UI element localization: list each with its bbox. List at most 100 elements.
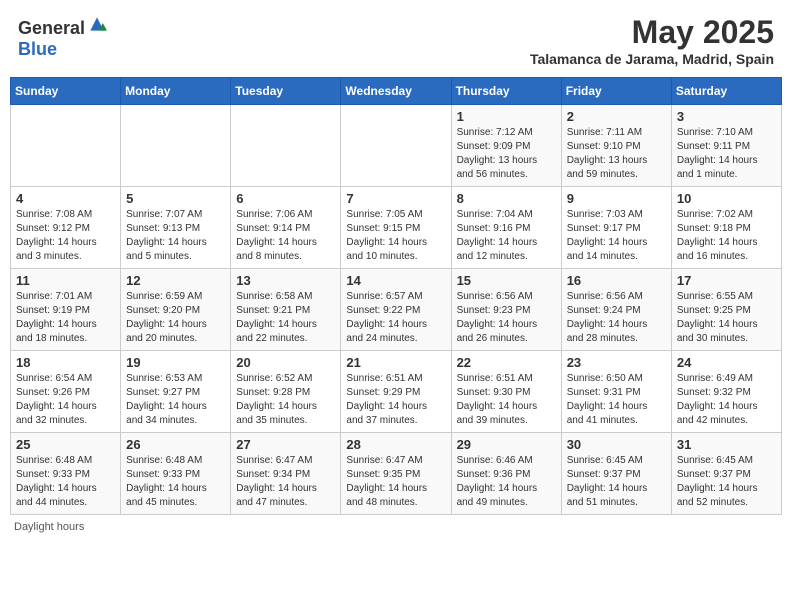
day-number: 16: [567, 273, 666, 288]
calendar-day-cell: 19Sunrise: 6:53 AM Sunset: 9:27 PM Dayli…: [121, 351, 231, 433]
calendar-day-cell: 25 Sunrise: 6:48 AM Sunset: 9:33 PM Dayli…: [11, 433, 121, 515]
day-content: Sunrise: 6:51 AM Sunset: 9:30 PM Dayligh…: [457, 372, 556, 428]
day-number: 22: [457, 355, 556, 370]
day-number: 10: [677, 191, 776, 206]
day-number: 15: [457, 273, 556, 288]
header: General Blue May 2025 Talamanca de Jaram…: [10, 10, 782, 71]
calendar-day-cell: 5 Sunrise: 7:07 AM Sunset: 9:13 PM Daylig…: [121, 187, 231, 269]
day-content: Sunrise: 6:56 AM Sunset: 9:23 PM Dayligh…: [457, 290, 556, 346]
calendar-day-cell: 1 Sunrise: 7:12 AM Sunset: 9:09 PM Daylig…: [451, 105, 561, 187]
calendar-week-row: 25 Sunrise: 6:48 AM Sunset: 9:33 PM Dayli…: [11, 433, 782, 515]
day-content: Sunrise: 7:12 AM Sunset: 9:09 PM Dayligh…: [457, 126, 556, 182]
day-content: Sunrise: 7:07 AM Sunset: 9:13 PM Dayligh…: [126, 208, 225, 264]
calendar-header-cell: Saturday: [671, 78, 781, 105]
day-content: Sunrise: 6:46 AM Sunset: 9:36 PM Dayligh…: [457, 454, 556, 510]
day-content: Sunrise: 7:10 AM Sunset: 9:11 PM Dayligh…: [677, 126, 776, 182]
calendar-day-cell: 24 Sunrise: 6:49 AM Sunset: 9:32 PM Dayli…: [671, 351, 781, 433]
calendar-day-cell: 18 Sunrise: 6:54 AM Sunset: 9:26 PM Dayli…: [11, 351, 121, 433]
calendar-day-cell: 3 Sunrise: 7:10 AM Sunset: 9:11 PM Daylig…: [671, 105, 781, 187]
calendar-body: 1 Sunrise: 7:12 AM Sunset: 9:09 PM Daylig…: [11, 105, 782, 515]
day-number: 26: [126, 437, 225, 452]
day-number: 17: [677, 273, 776, 288]
footer-note: Daylight hours: [10, 521, 782, 533]
day-number: 1: [457, 109, 556, 124]
day-number: 29: [457, 437, 556, 452]
calendar-day-cell: [231, 105, 341, 187]
calendar-day-cell: 26 Sunrise: 6:48 AM Sunset: 9:33 PM Dayli…: [121, 433, 231, 515]
day-number: 21: [346, 355, 445, 370]
day-content: Sunrise: 6:45 AM Sunset: 9:37 PM Dayligh…: [567, 454, 666, 510]
day-content: Sunrise: 6:49 AM Sunset: 9:32 PM Dayligh…: [677, 372, 776, 428]
day-number: 12: [126, 273, 225, 288]
calendar-header-row: SundayMondayTuesdayWednesdayThursdayFrid…: [11, 78, 782, 105]
calendar-day-cell: 6 Sunrise: 7:06 AM Sunset: 9:14 PM Daylig…: [231, 187, 341, 269]
calendar-day-cell: 30 Sunrise: 6:45 AM Sunset: 9:37 PM Dayli…: [561, 433, 671, 515]
day-content: Sunrise: 6:55 AM Sunset: 9:25 PM Dayligh…: [677, 290, 776, 346]
calendar-day-cell: 27 Sunrise: 6:47 AM Sunset: 9:34 PM Dayli…: [231, 433, 341, 515]
day-content: Sunrise: 7:04 AM Sunset: 9:16 PM Dayligh…: [457, 208, 556, 264]
day-number: 5: [126, 191, 225, 206]
logo-icon: [87, 14, 107, 34]
calendar-header-cell: Friday: [561, 78, 671, 105]
calendar-day-cell: 29 Sunrise: 6:46 AM Sunset: 9:36 PM Dayli…: [451, 433, 561, 515]
day-number: 4: [16, 191, 115, 206]
day-content: Sunrise: 7:06 AM Sunset: 9:14 PM Dayligh…: [236, 208, 335, 264]
calendar-day-cell: 10 Sunrise: 7:02 AM Sunset: 9:18 PM Dayli…: [671, 187, 781, 269]
calendar-day-cell: 23 Sunrise: 6:50 AM Sunset: 9:31 PM Dayli…: [561, 351, 671, 433]
day-content: Sunrise: 7:08 AM Sunset: 9:12 PM Dayligh…: [16, 208, 115, 264]
day-content: Sunrise: 6:54 AM Sunset: 9:26 PM Dayligh…: [16, 372, 115, 428]
day-content: Sunrise: 6:48 AM Sunset: 9:33 PM Dayligh…: [126, 454, 225, 510]
day-content: Sunrise: 6:48 AM Sunset: 9:33 PM Dayligh…: [16, 454, 115, 510]
day-content: Sunrise: 6:47 AM Sunset: 9:34 PM Dayligh…: [236, 454, 335, 510]
day-number: 19: [126, 355, 225, 370]
day-number: 13: [236, 273, 335, 288]
day-number: 6: [236, 191, 335, 206]
calendar-day-cell: 22 Sunrise: 6:51 AM Sunset: 9:30 PM Dayli…: [451, 351, 561, 433]
day-content: Sunrise: 6:56 AM Sunset: 9:24 PM Dayligh…: [567, 290, 666, 346]
calendar-day-cell: 14Sunrise: 6:57 AM Sunset: 9:22 PM Dayli…: [341, 269, 451, 351]
logo: General Blue: [18, 14, 107, 60]
logo-general: General: [18, 18, 85, 38]
day-content: Sunrise: 7:01 AM Sunset: 9:19 PM Dayligh…: [16, 290, 115, 346]
day-number: 7: [346, 191, 445, 206]
day-number: 25: [16, 437, 115, 452]
day-number: 27: [236, 437, 335, 452]
calendar-day-cell: [11, 105, 121, 187]
calendar-day-cell: 11Sunrise: 7:01 AM Sunset: 9:19 PM Dayli…: [11, 269, 121, 351]
day-content: Sunrise: 6:52 AM Sunset: 9:28 PM Dayligh…: [236, 372, 335, 428]
day-number: 2: [567, 109, 666, 124]
calendar-header-cell: Tuesday: [231, 78, 341, 105]
calendar-day-cell: 8 Sunrise: 7:04 AM Sunset: 9:16 PM Daylig…: [451, 187, 561, 269]
day-content: Sunrise: 6:45 AM Sunset: 9:37 PM Dayligh…: [677, 454, 776, 510]
calendar-table: SundayMondayTuesdayWednesdayThursdayFrid…: [10, 77, 782, 515]
day-number: 3: [677, 109, 776, 124]
day-content: Sunrise: 6:58 AM Sunset: 9:21 PM Dayligh…: [236, 290, 335, 346]
calendar-week-row: 11Sunrise: 7:01 AM Sunset: 9:19 PM Dayli…: [11, 269, 782, 351]
day-number: 14: [346, 273, 445, 288]
calendar-day-cell: 15 Sunrise: 6:56 AM Sunset: 9:23 PM Dayli…: [451, 269, 561, 351]
calendar-day-cell: 31Sunrise: 6:45 AM Sunset: 9:37 PM Dayli…: [671, 433, 781, 515]
calendar-day-cell: 28Sunrise: 6:47 AM Sunset: 9:35 PM Dayli…: [341, 433, 451, 515]
calendar-week-row: 18 Sunrise: 6:54 AM Sunset: 9:26 PM Dayli…: [11, 351, 782, 433]
day-number: 30: [567, 437, 666, 452]
day-number: 18: [16, 355, 115, 370]
logo-blue: Blue: [18, 39, 57, 59]
calendar-day-cell: 17 Sunrise: 6:55 AM Sunset: 9:25 PM Dayli…: [671, 269, 781, 351]
calendar-day-cell: 2 Sunrise: 7:11 AM Sunset: 9:10 PM Daylig…: [561, 105, 671, 187]
calendar-day-cell: 20Sunrise: 6:52 AM Sunset: 9:28 PM Dayli…: [231, 351, 341, 433]
day-content: Sunrise: 6:50 AM Sunset: 9:31 PM Dayligh…: [567, 372, 666, 428]
calendar-day-cell: [121, 105, 231, 187]
calendar-week-row: 1 Sunrise: 7:12 AM Sunset: 9:09 PM Daylig…: [11, 105, 782, 187]
calendar-day-cell: 4 Sunrise: 7:08 AM Sunset: 9:12 PM Daylig…: [11, 187, 121, 269]
calendar-day-cell: 16 Sunrise: 6:56 AM Sunset: 9:24 PM Dayli…: [561, 269, 671, 351]
day-content: Sunrise: 7:02 AM Sunset: 9:18 PM Dayligh…: [677, 208, 776, 264]
day-content: Sunrise: 7:11 AM Sunset: 9:10 PM Dayligh…: [567, 126, 666, 182]
location-subtitle: Talamanca de Jarama, Madrid, Spain: [530, 51, 774, 67]
day-content: Sunrise: 6:59 AM Sunset: 9:20 PM Dayligh…: [126, 290, 225, 346]
day-number: 23: [567, 355, 666, 370]
day-number: 24: [677, 355, 776, 370]
calendar-header-cell: Thursday: [451, 78, 561, 105]
month-title: May 2025: [530, 14, 774, 51]
day-number: 8: [457, 191, 556, 206]
title-area: May 2025 Talamanca de Jarama, Madrid, Sp…: [530, 14, 774, 67]
